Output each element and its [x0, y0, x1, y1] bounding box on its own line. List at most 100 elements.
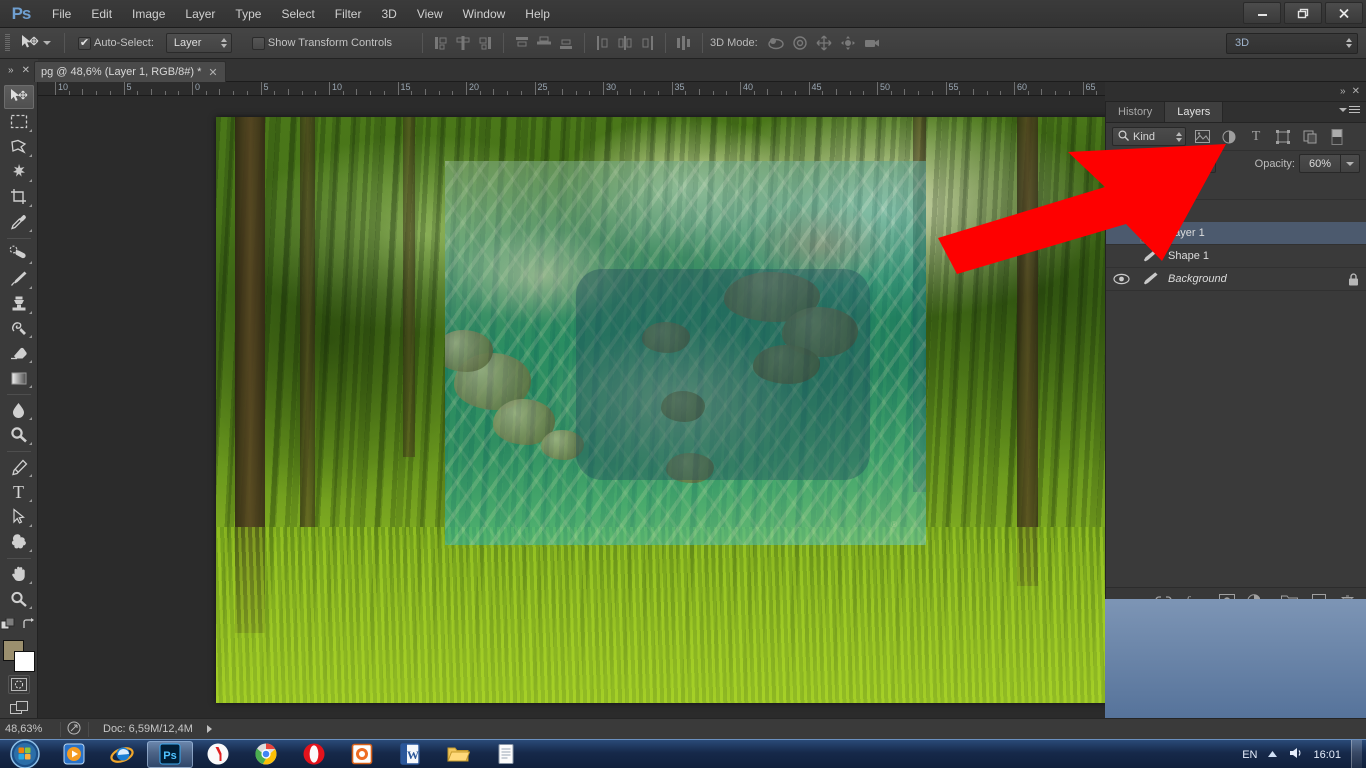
- tool-expand-corner-icon[interactable]: [28, 548, 32, 552]
- filter-kind-dropdown[interactable]: Kind: [1112, 127, 1186, 146]
- eyedropper-tool[interactable]: [4, 210, 34, 234]
- workspace-spinner-icon[interactable]: [1346, 38, 1352, 48]
- 3d-slide-icon[interactable]: [836, 32, 860, 54]
- show-transform-checkmark-icon[interactable]: [251, 36, 265, 50]
- tool-expand-corner-icon[interactable]: [28, 580, 32, 584]
- layer-name[interactable]: Background: [1168, 273, 1338, 285]
- filter-kind-spinner-icon[interactable]: [1176, 131, 1182, 142]
- minimize-button[interactable]: [1243, 2, 1281, 24]
- 3d-pan-icon[interactable]: [812, 32, 836, 54]
- tab-history[interactable]: History: [1106, 102, 1166, 122]
- default-colors-icon[interactable]: [0, 617, 16, 635]
- show-desktop-button[interactable]: [1351, 740, 1362, 768]
- workspace-selector[interactable]: 3D: [1226, 32, 1358, 54]
- align-right-edges-icon[interactable]: [474, 32, 496, 54]
- opacity-value[interactable]: 60%: [1299, 154, 1341, 173]
- auto-select-scope-dropdown[interactable]: Layer: [165, 33, 232, 53]
- volume-icon[interactable]: [1288, 746, 1303, 763]
- collapse-panel-icon[interactable]: »: [8, 65, 14, 76]
- layer-thumbnail[interactable]: [1136, 268, 1166, 291]
- layer-row[interactable]: Background: [1106, 268, 1366, 291]
- opacity-field[interactable]: 60%: [1299, 154, 1360, 173]
- menu-view[interactable]: View: [407, 0, 453, 28]
- menu-file[interactable]: File: [42, 0, 81, 28]
- taskbar-microsoft-word[interactable]: W: [387, 741, 433, 768]
- dock-close-icon[interactable]: ✕: [1352, 86, 1360, 97]
- tool-expand-corner-icon[interactable]: [28, 474, 32, 478]
- tool-expand-corner-icon[interactable]: [28, 442, 32, 446]
- document-profile-icon[interactable]: [67, 721, 82, 738]
- panel-menu-button[interactable]: [1339, 106, 1360, 113]
- filter-toggle-switch[interactable]: [1326, 127, 1348, 147]
- layers-list[interactable]: Layer 1 Shape 1 Background: [1106, 222, 1366, 587]
- document-canvas[interactable]: ®: [216, 117, 1150, 703]
- taskbar-opera-browser[interactable]: [291, 741, 337, 768]
- close-panel-icon[interactable]: ✕: [22, 65, 30, 76]
- document-tab[interactable]: pg @ 48,6% (Layer 1, RGB/8#) * ✕: [34, 61, 226, 82]
- swap-colors-icon[interactable]: [22, 618, 36, 634]
- move-tool[interactable]: [3, 85, 34, 109]
- tool-expand-corner-icon[interactable]: [28, 203, 32, 207]
- magic-wand-tool[interactable]: [4, 160, 34, 184]
- type-tool[interactable]: T: [4, 480, 34, 504]
- taskbar-yandex-browser[interactable]: [195, 741, 241, 768]
- auto-select-checkbox[interactable]: ✔ Auto-Select:: [72, 30, 160, 56]
- crop-tool[interactable]: [4, 185, 34, 209]
- gradient-tool[interactable]: [4, 366, 34, 390]
- active-tool-preset[interactable]: [14, 30, 57, 56]
- pen-tool[interactable]: [4, 455, 34, 479]
- 3d-camera-icon[interactable]: [860, 32, 884, 54]
- panel-menu-hamburger-icon[interactable]: [1349, 106, 1360, 113]
- status-menu-arrow-icon[interactable]: [206, 725, 212, 733]
- menu-3d[interactable]: 3D: [371, 0, 406, 28]
- menu-edit[interactable]: Edit: [81, 0, 122, 28]
- blur-tool[interactable]: [4, 398, 34, 422]
- filter-pixel-layers-icon[interactable]: [1191, 127, 1213, 147]
- lock-all-icon[interactable]: [1184, 180, 1200, 196]
- options-bar-grip[interactable]: [0, 28, 14, 59]
- align-bottom-edges-icon[interactable]: [555, 32, 577, 54]
- show-transform-controls-checkbox[interactable]: Show Transform Controls: [246, 30, 398, 56]
- distribute-right-edges-icon[interactable]: [636, 32, 658, 54]
- align-top-edges-icon[interactable]: [511, 32, 533, 54]
- color-swatches[interactable]: [2, 639, 36, 672]
- tool-expand-corner-icon[interactable]: [28, 260, 32, 264]
- tool-expand-corner-icon[interactable]: [28, 499, 32, 503]
- 3d-orbit-icon[interactable]: [764, 32, 788, 54]
- tool-expand-corner-icon[interactable]: [28, 360, 32, 364]
- taskbar-internet-explorer[interactable]: [99, 741, 145, 768]
- 3d-roll-icon[interactable]: [788, 32, 812, 54]
- layer-row[interactable]: Layer 1: [1106, 222, 1366, 245]
- filter-type-layers-icon[interactable]: T: [1245, 127, 1267, 147]
- align-vertical-centers-icon[interactable]: [533, 32, 555, 54]
- blend-mode-spinner-icon[interactable]: [1205, 158, 1211, 169]
- brush-tool[interactable]: [4, 267, 34, 291]
- blend-mode-dropdown[interactable]: [1112, 154, 1216, 173]
- tool-expand-corner-icon[interactable]: [28, 385, 32, 389]
- start-button[interactable]: [0, 739, 50, 768]
- opacity-dropdown-chevron-down-icon[interactable]: [1341, 154, 1360, 173]
- lock-position-icon[interactable]: [1160, 180, 1176, 196]
- hand-tool[interactable]: [4, 562, 34, 586]
- restore-button[interactable]: [1284, 2, 1322, 24]
- layer-thumbnail[interactable]: [1136, 245, 1166, 268]
- lock-image-pixels-icon[interactable]: [1136, 180, 1152, 196]
- tool-expand-corner-icon[interactable]: [28, 417, 32, 421]
- taskbar-notepad[interactable]: [483, 741, 529, 768]
- history-brush-tool[interactable]: [4, 317, 34, 341]
- tool-expand-corner-icon[interactable]: [28, 523, 32, 527]
- tray-language-indicator[interactable]: EN: [1242, 749, 1257, 761]
- taskbar-clock[interactable]: 16:01: [1313, 749, 1341, 761]
- menu-help[interactable]: Help: [515, 0, 560, 28]
- taskbar-photoshop[interactable]: Ps: [147, 740, 193, 768]
- filter-smart-objects-icon[interactable]: [1299, 127, 1321, 147]
- distribute-horizontal-centers-icon[interactable]: [614, 32, 636, 54]
- distribute-left-edges-icon[interactable]: [592, 32, 614, 54]
- align-horizontal-centers-icon[interactable]: [452, 32, 474, 54]
- panel-menu-chevron-down-icon[interactable]: [1339, 107, 1347, 112]
- layer-name[interactable]: Shape 1: [1168, 250, 1338, 262]
- document-tab-close-icon[interactable]: ✕: [208, 66, 217, 79]
- background-color-swatch[interactable]: [13, 650, 35, 672]
- eraser-tool[interactable]: [4, 341, 34, 365]
- lasso-tool[interactable]: [4, 135, 34, 159]
